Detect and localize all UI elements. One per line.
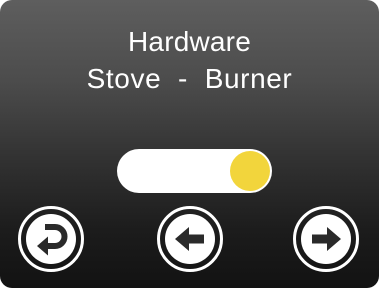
toggle-knob	[230, 151, 270, 191]
screen-title: Hardware	[128, 26, 251, 57]
return-icon	[26, 214, 76, 264]
arrow-left-icon	[165, 214, 215, 264]
arrow-right-icon	[301, 214, 351, 264]
previous-button[interactable]	[157, 206, 223, 272]
next-button[interactable]	[293, 206, 359, 272]
return-button[interactable]	[18, 206, 84, 272]
device-screen: Hardware Stove - Burner	[0, 0, 379, 288]
screen-subtitle: Stove - Burner	[86, 63, 293, 94]
burner-toggle[interactable]	[117, 149, 272, 193]
